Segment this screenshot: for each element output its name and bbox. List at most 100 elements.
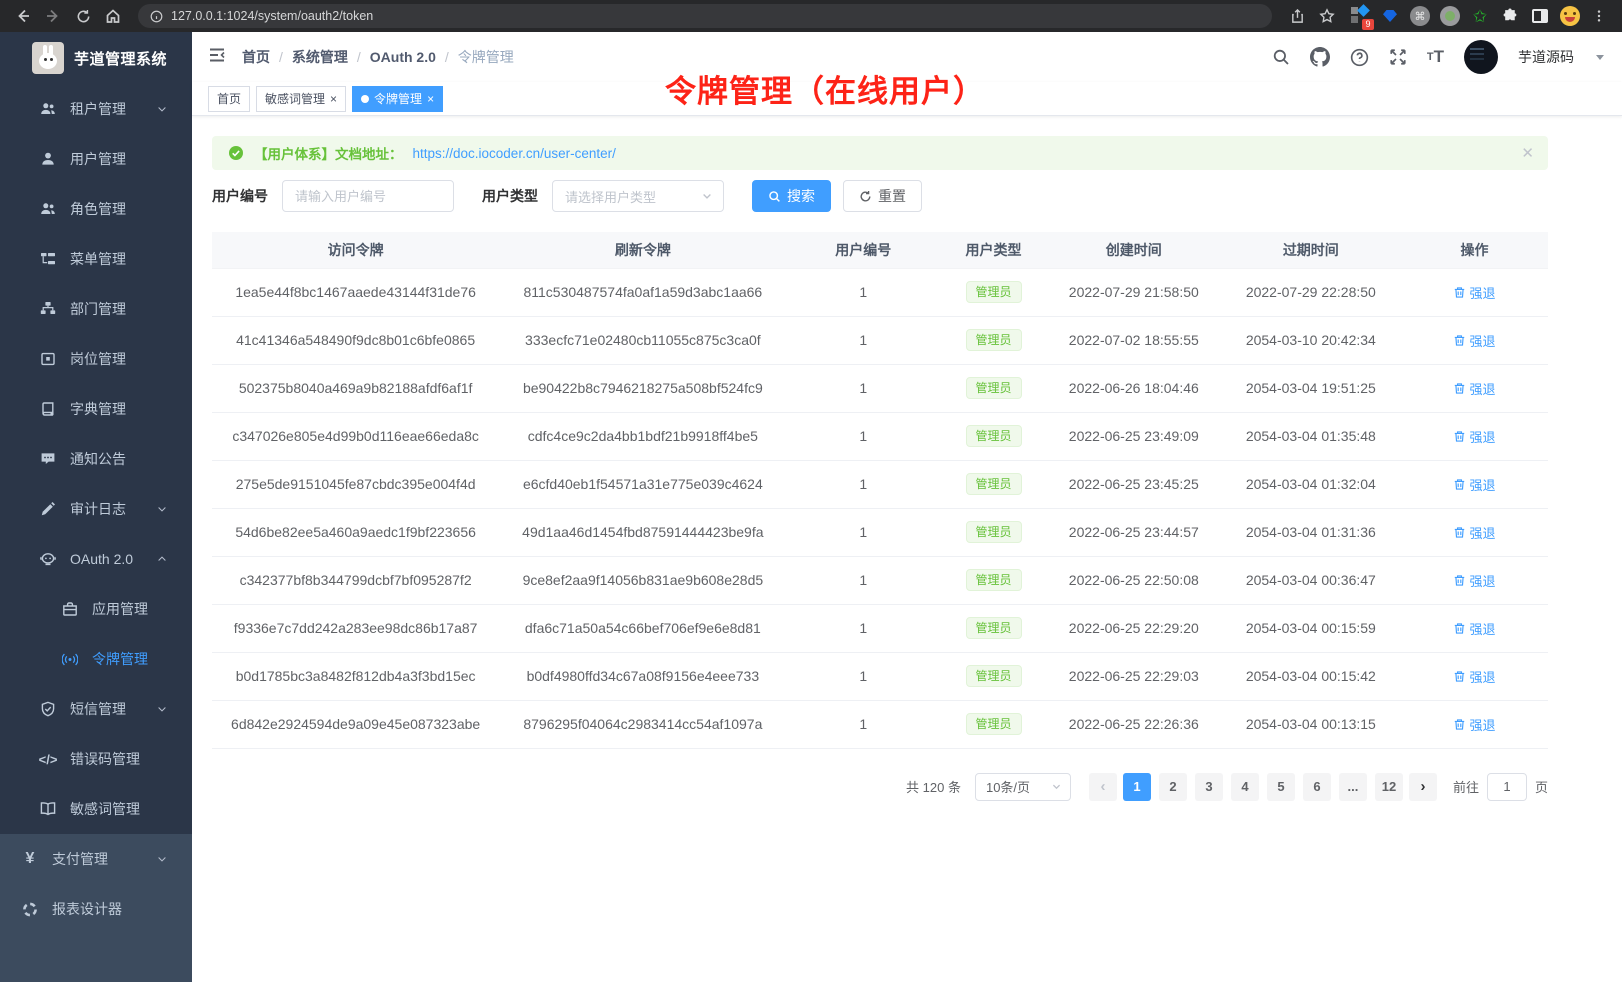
fullscreen-icon[interactable] <box>1389 48 1407 66</box>
sidebar-item[interactable]: 部门管理 <box>0 284 192 334</box>
sidebar-item[interactable]: </> 错误码管理 <box>0 734 192 784</box>
github-icon[interactable] <box>1310 47 1330 67</box>
force-logout-link[interactable]: 强退 <box>1453 523 1495 542</box>
font-size-icon[interactable]: TT <box>1427 47 1444 67</box>
user-type-select[interactable]: 请选择用户类型 <box>552 180 724 212</box>
share-icon[interactable] <box>1284 3 1310 29</box>
column-header: 刷新令牌 <box>499 232 786 268</box>
page-button[interactable]: 1 <box>1123 773 1151 801</box>
page-button[interactable]: 4 <box>1231 773 1259 801</box>
chevron-down-icon <box>156 103 168 115</box>
force-logout-link[interactable]: 强退 <box>1453 667 1495 686</box>
user-id-label: 用户编号 <box>212 186 268 206</box>
force-logout-link[interactable]: 强退 <box>1453 379 1495 398</box>
next-page-button[interactable]: › <box>1409 773 1437 801</box>
search-button[interactable]: 搜索 <box>752 180 831 212</box>
force-logout-link[interactable]: 强退 <box>1453 283 1495 302</box>
reset-button[interactable]: 重置 <box>843 180 922 212</box>
close-icon[interactable]: × <box>330 92 337 106</box>
force-logout-link[interactable]: 强退 <box>1453 475 1495 494</box>
tab-item[interactable]: 敏感词管理 × <box>256 86 346 112</box>
page-button[interactable]: 5 <box>1267 773 1295 801</box>
sidebar-item[interactable]: 角色管理 <box>0 184 192 234</box>
page-button[interactable]: 12 <box>1375 773 1403 801</box>
sidebar-item[interactable]: 用户管理 <box>0 134 192 184</box>
page-size-select[interactable]: 10条/页 <box>975 773 1071 801</box>
user-id-input[interactable] <box>282 180 454 212</box>
side-panel-icon[interactable] <box>1528 4 1552 28</box>
prev-page-button[interactable]: ‹ <box>1089 773 1117 801</box>
sidebar-item-label: 部门管理 <box>70 299 126 319</box>
refresh-token-cell: 49d1aa46d1454fbd87591444423be9fa <box>499 508 786 556</box>
alert-doc-link[interactable]: https://doc.iocoder.cn/user-center/ <box>413 146 616 161</box>
refresh-token-cell: 333ecfc71e02480cb11055c875c3ca0f <box>499 316 786 364</box>
extension-puzzle-icon[interactable] <box>1498 4 1522 28</box>
force-logout-link[interactable]: 强退 <box>1453 427 1495 446</box>
sidebar-item[interactable]: OAuth 2.0 <box>0 534 192 584</box>
navbar: 首页/系统管理/OAuth 2.0/令牌管理 TT <box>192 32 1622 82</box>
force-logout-link[interactable]: 强退 <box>1453 331 1495 350</box>
page-button[interactable]: 6 <box>1303 773 1331 801</box>
user-id-cell: 1 <box>786 556 940 604</box>
sidebar-item[interactable]: 审计日志 <box>0 484 192 534</box>
bookmark-star-icon[interactable] <box>1314 3 1340 29</box>
help-icon[interactable] <box>1350 48 1369 67</box>
action-cell: 强退 <box>1401 460 1548 508</box>
sidebar-item[interactable]: 通知公告 <box>0 434 192 484</box>
tab-item[interactable]: 首页 <box>208 86 250 112</box>
page-button[interactable]: 2 <box>1159 773 1187 801</box>
sidebar-item[interactable]: 字典管理 <box>0 384 192 434</box>
expire-time-cell: 2054-03-04 01:31:36 <box>1221 508 1401 556</box>
extension-grid-icon[interactable]: 9 <box>1348 4 1372 28</box>
sidebar-item[interactable]: 租户管理 <box>0 84 192 134</box>
created-time-cell: 2022-06-25 23:44:57 <box>1047 508 1221 556</box>
sidebar-item[interactable]: 岗位管理 <box>0 334 192 384</box>
force-logout-link[interactable]: 强退 <box>1453 715 1495 734</box>
page-button[interactable]: 3 <box>1195 773 1223 801</box>
browser-menu-icon[interactable] <box>1586 3 1612 29</box>
column-header: 访问令牌 <box>212 232 499 268</box>
reload-icon[interactable] <box>70 3 96 29</box>
url-bar[interactable]: 127.0.0.1:1024/system/oauth2/token <box>138 4 1272 28</box>
sidebar-item[interactable]: 菜单管理 <box>0 234 192 284</box>
sidebar-item[interactable]: 短信管理 <box>0 684 192 734</box>
extension-record-icon[interactable] <box>1438 4 1462 28</box>
force-logout-link[interactable]: 强退 <box>1453 571 1495 590</box>
close-icon[interactable]: ✕ <box>1521 144 1534 162</box>
user-avatar[interactable] <box>1464 40 1498 74</box>
sidebar-item[interactable]: 敏感词管理 <box>0 784 192 834</box>
profile-avatar-icon[interactable] <box>1558 4 1582 28</box>
tab-active[interactable]: 令牌管理 × <box>352 86 443 112</box>
trash-icon <box>1453 478 1466 491</box>
table-row: 1ea5e44f8bc1467aaede43144f31de76 811c530… <box>212 268 1548 316</box>
sidebar-item[interactable]: ¥ 支付管理 <box>0 834 192 884</box>
browser-chrome: 127.0.0.1:1024/system/oauth2/token 9 ⌘ ✩ <box>0 0 1622 32</box>
sidebar-item-label: 支付管理 <box>52 849 108 869</box>
app-logo[interactable]: 芋道管理系统 <box>0 32 192 84</box>
home-icon[interactable] <box>100 3 126 29</box>
breadcrumb-item[interactable]: 系统管理 <box>292 47 348 67</box>
report-icon <box>22 901 38 917</box>
chevron-down-icon[interactable] <box>1596 55 1604 60</box>
trash-icon <box>1453 622 1466 635</box>
user-type-placeholder: 请选择用户类型 <box>565 187 656 206</box>
alert-message: 【用户体系】文档地址： <box>254 143 403 163</box>
force-logout-link[interactable]: 强退 <box>1453 619 1495 638</box>
search-icon[interactable] <box>1272 48 1290 66</box>
extension-command-icon[interactable]: ⌘ <box>1408 4 1432 28</box>
sidebar-item[interactable]: 应用管理 <box>0 584 192 634</box>
close-icon[interactable]: × <box>427 92 434 106</box>
breadcrumb-item[interactable]: 首页 <box>242 47 270 67</box>
sidebar-item[interactable]: 令牌管理 <box>0 634 192 684</box>
page-button[interactable]: ... <box>1339 773 1367 801</box>
user-type-badge: 管理员 <box>966 521 1022 543</box>
extension-badge: 9 <box>1362 19 1374 30</box>
extension-star-icon[interactable]: ✩ <box>1468 4 1492 28</box>
breadcrumb-item[interactable]: OAuth 2.0 <box>370 49 436 65</box>
back-icon[interactable] <box>10 3 36 29</box>
sidebar-item[interactable]: 报表设计器 <box>0 884 192 934</box>
hamburger-icon[interactable] <box>208 46 226 69</box>
goto-page-input[interactable] <box>1487 773 1527 801</box>
forward-icon[interactable] <box>40 3 66 29</box>
extension-gem-icon[interactable] <box>1378 4 1402 28</box>
